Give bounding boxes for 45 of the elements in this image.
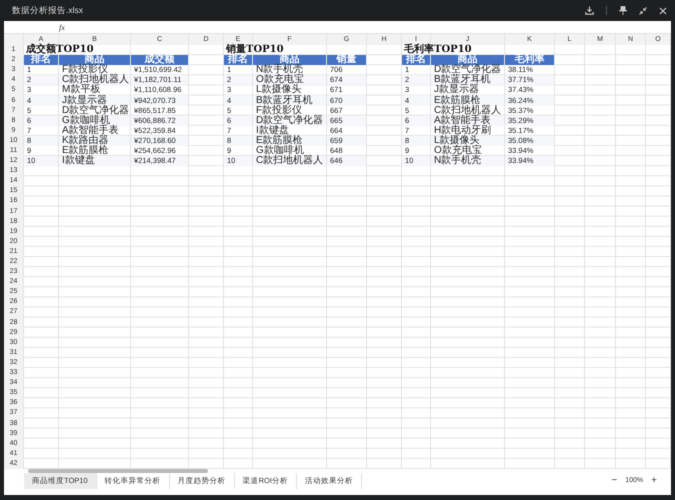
download-icon[interactable] [585,6,594,15]
header-cell: 销量 [327,55,366,66]
header-cell: 商品 [431,55,504,66]
header-cell: 成交额 [131,55,188,66]
header-cell: 排名 [402,55,430,66]
scrollbar[interactable] [28,468,208,473]
table-cell: I款键盘 [59,156,130,166]
header-cell: 商品 [59,55,130,66]
table-cell-text: O款充电宝 [433,146,483,156]
table-cell: E款筋膜枪 [253,136,326,146]
table-cell: D款空气净化器 [253,116,326,126]
table-cell: B款蓝牙耳机 [431,75,504,86]
table-cell-text: E款筋膜枪 [61,146,110,156]
header-cell: 排名 [24,55,58,66]
table-cell-text: L款摄像头 [255,85,302,96]
collapse-icon[interactable] [639,6,647,14]
table-cell-text: F款投影仪 [255,106,302,116]
table-cell-text: I款键盘 [255,126,289,136]
header-cell: 毛利率 [505,55,554,66]
table-cell-text: D款空气净化器 [61,106,130,116]
zoom-in-button[interactable]: + [651,475,657,486]
table-cell-text: G款咖啡机 [255,146,304,156]
table-cell-text: H款电动牙刷 [433,126,492,136]
table-cell: C款扫地机器人 [253,156,326,166]
table-cell: L款摄像头 [431,136,504,146]
formula-label: fx [59,22,65,32]
table-cell: G款咖啡机 [59,116,130,126]
table-title: 销量TOP10 [224,45,284,56]
table-cell-text: A款智能手表 [61,126,120,136]
table-cell-text: C款扫地机器人 [433,106,502,116]
table-cell: E款筋膜枪 [431,95,504,106]
table-cell: B款蓝牙耳机 [253,95,326,106]
table-cell-text: M款平板 [61,85,100,96]
table-cell: K款路由器 [59,136,130,146]
window-title: 数据分析报告.xlsx [12,4,84,16]
zoom-out-button[interactable]: − [611,475,618,486]
table-cell-text: J款显示器 [433,85,479,96]
table-cell: A款智能手表 [431,116,504,126]
close-icon[interactable] [659,6,667,14]
table-title: 成交额TOP10 [25,45,94,56]
table-title: 毛利率TOP10 [403,45,472,56]
table-cell: J款显示器 [59,95,130,106]
header-cell: 排名 [224,55,252,66]
table-cell: N款手机壳 [431,156,504,166]
pin-icon[interactable] [619,6,627,15]
